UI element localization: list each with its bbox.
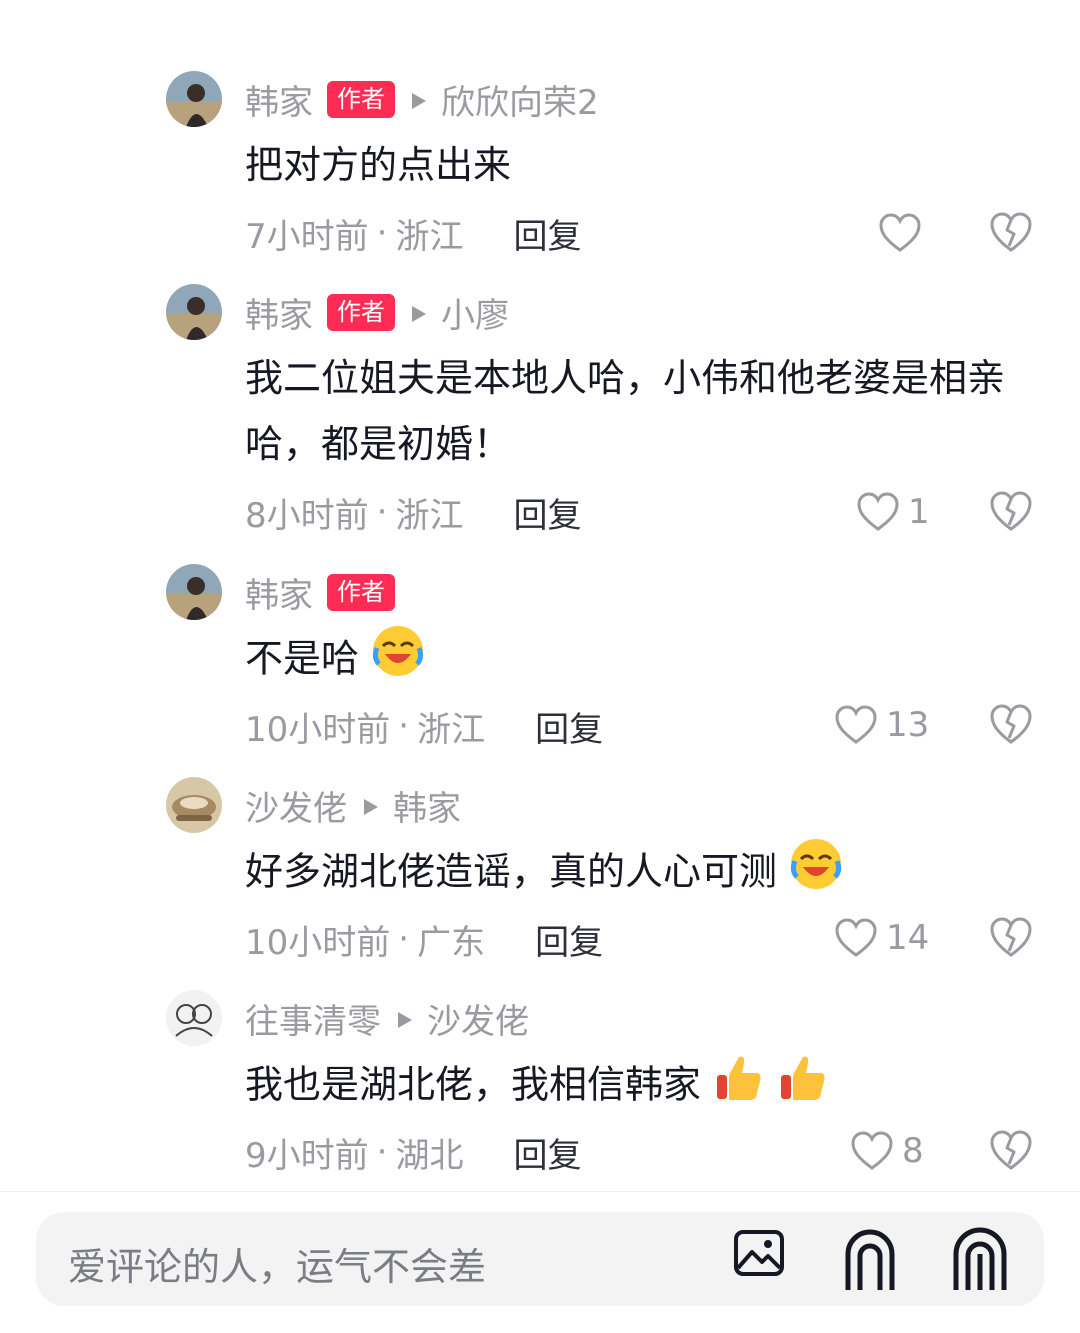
author-name[interactable]: 韩家 <box>245 75 313 124</box>
reply-to-name[interactable]: 沙发佬 <box>427 994 529 1043</box>
dislike-button[interactable] <box>988 489 1034 535</box>
reply-header: 韩家 作者 小廖 <box>245 288 509 337</box>
heart-icon <box>835 705 877 744</box>
reply-header: 沙发佬 韩家 <box>245 781 461 830</box>
separator: · <box>398 706 410 746</box>
comment-text: 我也是湖北佬，我相信韩家 <box>245 1051 1035 1123</box>
reply-button[interactable]: 回复 <box>513 209 581 258</box>
separator: · <box>376 1132 388 1172</box>
broken-heart-icon <box>990 491 1032 531</box>
dislike-button[interactable] <box>988 702 1034 748</box>
author-badge: 作者 <box>327 80 395 118</box>
more-button[interactable] <box>952 1226 1008 1296</box>
comment-meta: 10小时前 · 广东 回复 <box>245 915 603 964</box>
reply-to-name[interactable]: 欣欣向荣2 <box>441 75 599 124</box>
location: 浙江 <box>395 216 464 257</box>
like-count: 13 <box>886 705 930 745</box>
author-name[interactable]: 韩家 <box>245 568 313 617</box>
timestamp: 10小时前 <box>245 709 391 750</box>
broken-heart-icon <box>990 1130 1032 1170</box>
reply-arrow-icon <box>411 292 427 332</box>
mention-button[interactable] <box>842 1226 898 1296</box>
comment-text-body: 把对方的点出来 <box>245 143 512 187</box>
author-badge: 作者 <box>327 293 395 331</box>
comment-meta: 9小时前 · 湖北 回复 <box>245 1128 581 1177</box>
reply-button[interactable]: 回复 <box>535 915 603 964</box>
separator: · <box>398 919 410 959</box>
dislike-button[interactable] <box>988 210 1034 256</box>
like-button[interactable]: 13 <box>834 700 929 750</box>
comment-text-body: 我二位姐夫是本地人哈，小伟和他老婆是相亲哈，都是初婚！ <box>245 356 1006 466</box>
heart-icon <box>857 492 899 531</box>
divider <box>0 1191 1080 1192</box>
image-icon <box>734 1230 784 1276</box>
reply-button[interactable]: 回复 <box>535 702 603 751</box>
like-button[interactable] <box>878 208 930 258</box>
timestamp: 8小时前 <box>245 495 369 536</box>
comment-meta: 8小时前 · 浙江 回复 <box>245 488 581 537</box>
avatar[interactable] <box>166 990 222 1046</box>
avatar[interactable] <box>166 71 222 127</box>
dislike-button[interactable] <box>988 1128 1034 1174</box>
avatar[interactable] <box>166 777 222 833</box>
laughing-crying-emoji <box>371 624 425 698</box>
like-button[interactable]: 1 <box>856 487 930 537</box>
reply-header: 韩家 作者 欣欣向荣2 <box>245 75 599 124</box>
comment-text: 把对方的点出来 <box>245 132 1035 198</box>
timestamp: 10小时前 <box>245 922 391 963</box>
separator: · <box>376 492 388 532</box>
reply-to-name[interactable]: 韩家 <box>393 781 461 830</box>
comment-text-body: 不是哈 <box>245 636 360 681</box>
heart-icon <box>879 213 921 252</box>
reply-header: 韩家 作者 <box>245 568 395 617</box>
timestamp: 9小时前 <box>245 1135 369 1176</box>
image-button[interactable] <box>732 1226 786 1284</box>
comment-text-body: 好多湖北佬造谣，真的人心可测 <box>245 849 778 894</box>
reply-arrow-icon <box>397 998 413 1038</box>
reply-arrow-icon <box>363 785 379 825</box>
reply-to-name[interactable]: 小廖 <box>441 288 509 337</box>
thumbs-up-emoji <box>713 1051 765 1123</box>
at-mention-icon <box>845 1229 895 1290</box>
reply-arrow-icon <box>411 79 427 119</box>
author-name[interactable]: 往事清零 <box>245 994 381 1043</box>
comment-text: 好多湖北佬造谣，真的人心可测 <box>245 837 1035 911</box>
location: 浙江 <box>395 495 464 536</box>
broken-heart-icon <box>990 704 1032 744</box>
like-button[interactable]: 14 <box>834 913 929 963</box>
like-count: 14 <box>886 918 930 958</box>
comment-composer[interactable]: 爱评论的人，运气不会差 <box>36 1212 1044 1306</box>
like-count: 8 <box>902 1131 924 1171</box>
reply-button[interactable]: 回复 <box>513 1128 581 1177</box>
location: 湖北 <box>395 1135 464 1176</box>
avatar[interactable] <box>166 564 222 620</box>
comment-text: 不是哈 <box>245 624 1035 698</box>
comment-input-placeholder[interactable]: 爱评论的人，运气不会差 <box>68 1236 486 1291</box>
timestamp: 7小时前 <box>245 216 369 257</box>
comment-text-body: 我也是湖北佬，我相信韩家 <box>245 1062 702 1107</box>
separator: · <box>376 213 388 253</box>
heart-icon <box>851 1131 893 1170</box>
more-icon <box>953 1227 1007 1290</box>
location: 浙江 <box>417 709 486 750</box>
comment-meta: 7小时前 · 浙江 回复 <box>245 209 581 258</box>
like-count: 1 <box>908 492 930 532</box>
avatar[interactable] <box>166 284 222 340</box>
comment-meta: 10小时前 · 浙江 回复 <box>245 702 603 751</box>
reply-button[interactable]: 回复 <box>513 488 581 537</box>
thumbs-up-emoji <box>777 1051 829 1123</box>
reply-header: 往事清零 沙发佬 <box>245 994 529 1043</box>
author-name[interactable]: 韩家 <box>245 288 313 337</box>
author-badge: 作者 <box>327 573 395 611</box>
broken-heart-icon <box>990 917 1032 957</box>
location: 广东 <box>417 922 486 963</box>
dislike-button[interactable] <box>988 915 1034 961</box>
like-button[interactable]: 8 <box>850 1126 924 1176</box>
broken-heart-icon <box>990 212 1032 252</box>
laughing-crying-emoji <box>789 837 843 911</box>
comment-text: 我二位姐夫是本地人哈，小伟和他老婆是相亲哈，都是初婚！ <box>245 345 1025 477</box>
heart-icon <box>835 918 877 957</box>
author-name[interactable]: 沙发佬 <box>245 781 347 830</box>
